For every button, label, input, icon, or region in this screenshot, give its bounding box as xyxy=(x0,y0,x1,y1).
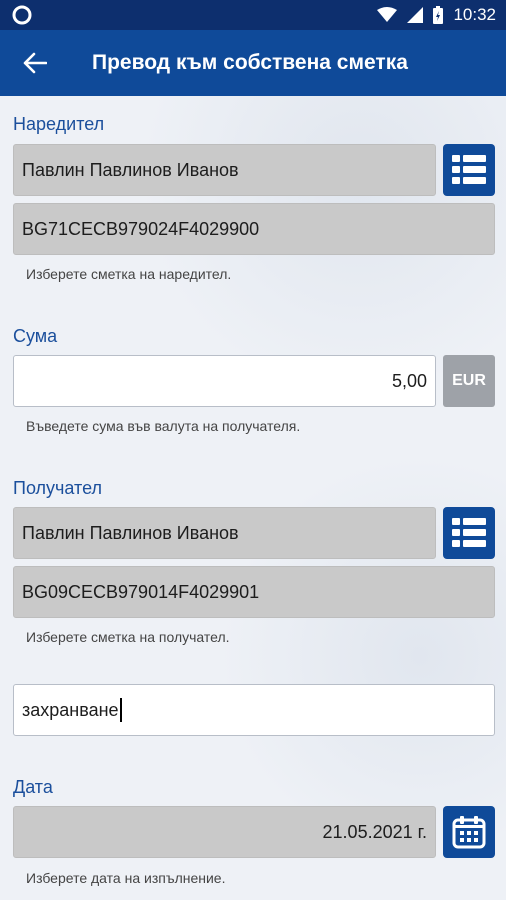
transfer-form: Наредител Павлин Павлинов Иванов BG71CEC… xyxy=(0,96,506,900)
payer-iban-field[interactable]: BG71CECB979024F4029900 xyxy=(13,203,495,255)
payer-iban-value: BG71CECB979024F4029900 xyxy=(22,218,260,239)
description-value: захранване xyxy=(22,699,119,720)
recipient-label: Получател xyxy=(13,478,103,498)
recipient-name-field[interactable]: Павлин Павлинов Иванов xyxy=(13,507,436,559)
list-icon xyxy=(452,518,486,547)
date-value: 21.05.2021 г. xyxy=(322,821,427,842)
recipient-name-value: Павлин Павлинов Иванов xyxy=(22,522,239,543)
payer-label: Наредител xyxy=(13,114,105,134)
recipient-hint: Изберете сметка на получател. xyxy=(26,629,230,645)
recipient-account-list-button[interactable] xyxy=(443,507,495,559)
notification-ring-icon xyxy=(12,5,32,25)
amount-hint: Въведете сума във валута на получателя. xyxy=(26,418,301,434)
recipient-iban-field[interactable]: BG09CECB979014F4029901 xyxy=(13,566,495,618)
status-time: 10:32 xyxy=(453,5,496,24)
payer-name-field[interactable]: Павлин Павлинов Иванов xyxy=(13,144,436,196)
date-hint: Изберете дата на изпълнение. xyxy=(26,870,226,886)
back-button[interactable] xyxy=(0,30,70,96)
status-bar: 10:32 xyxy=(0,0,506,30)
recipient-iban-value: BG09CECB979014F4029901 xyxy=(22,581,260,602)
signal-icon xyxy=(407,7,424,23)
payer-name-value: Павлин Павлинов Иванов xyxy=(22,159,239,180)
payer-account-list-button[interactable] xyxy=(443,144,495,196)
amount-value: 5,00 xyxy=(391,370,427,391)
page-title: Превод към собствена сметка xyxy=(92,51,408,74)
date-picker-button[interactable] xyxy=(443,806,495,858)
text-cursor xyxy=(119,698,122,722)
description-input[interactable]: захранване xyxy=(13,684,495,736)
amount-input[interactable]: 5,00 xyxy=(13,355,436,407)
battery-icon xyxy=(433,6,444,24)
status-right: 10:32 xyxy=(377,5,496,25)
app-bar: Превод към собствена сметка xyxy=(0,30,506,96)
currency-badge: EUR xyxy=(443,355,495,407)
status-left xyxy=(12,5,32,25)
date-field[interactable]: 21.05.2021 г. xyxy=(13,806,436,858)
amount-label: Сума xyxy=(13,326,58,346)
list-icon xyxy=(452,155,486,184)
date-label: Дата xyxy=(13,777,53,797)
arrow-left-icon xyxy=(23,52,47,74)
wifi-icon xyxy=(377,7,398,22)
payer-hint: Изберете сметка на наредител. xyxy=(26,266,232,282)
calendar-icon xyxy=(452,816,486,849)
